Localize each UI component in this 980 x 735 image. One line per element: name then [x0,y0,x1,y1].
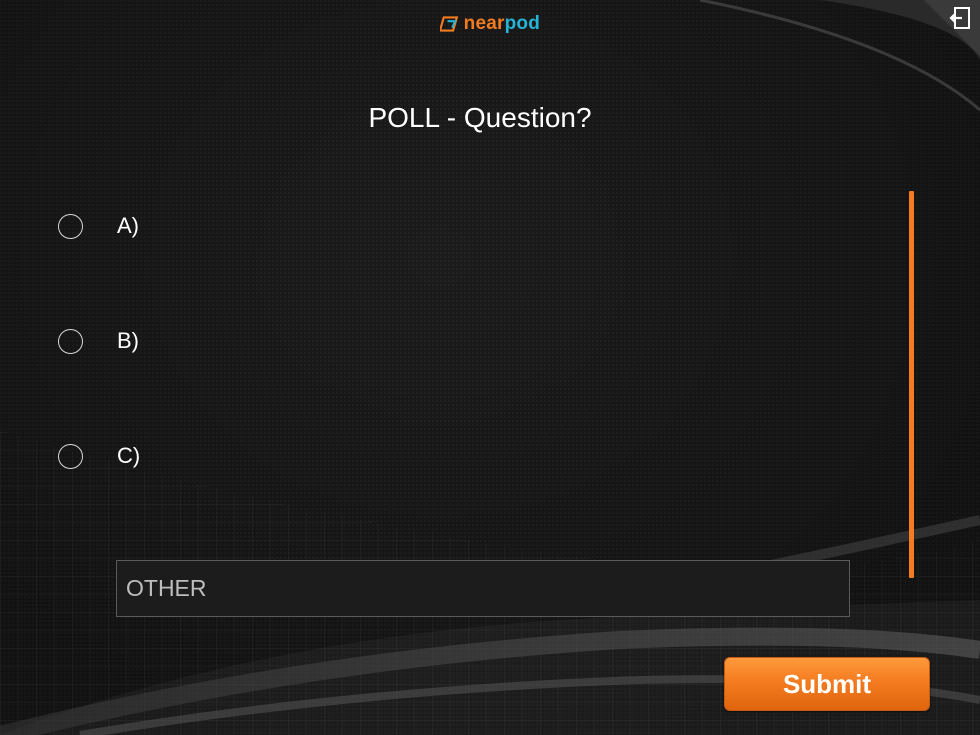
submit-button[interactable]: Submit [724,657,930,711]
nearpod-logo: nearpod [440,10,540,38]
radio-button[interactable] [58,443,83,469]
radio-button[interactable] [58,328,83,354]
poll-option-b[interactable]: B) [58,325,898,357]
radio-button[interactable] [58,213,83,239]
logo-wordmark: nearpod [464,13,540,35]
poll-option-c[interactable]: C) [58,440,898,472]
scrollbar[interactable] [909,191,914,578]
exit-button[interactable] [924,0,980,56]
poll-title: POLL - Question? [368,102,592,133]
nearpod-logo-icon [440,16,459,32]
exit-icon [924,0,980,56]
logo-text-near: near [463,13,505,34]
option-label: A) [117,213,139,238]
option-label: C) [117,443,141,468]
other-answer-input[interactable] [116,560,850,617]
option-label: B) [117,328,139,353]
logo-text-pod: pod [504,13,540,34]
poll-option-a[interactable]: A) [58,210,898,242]
